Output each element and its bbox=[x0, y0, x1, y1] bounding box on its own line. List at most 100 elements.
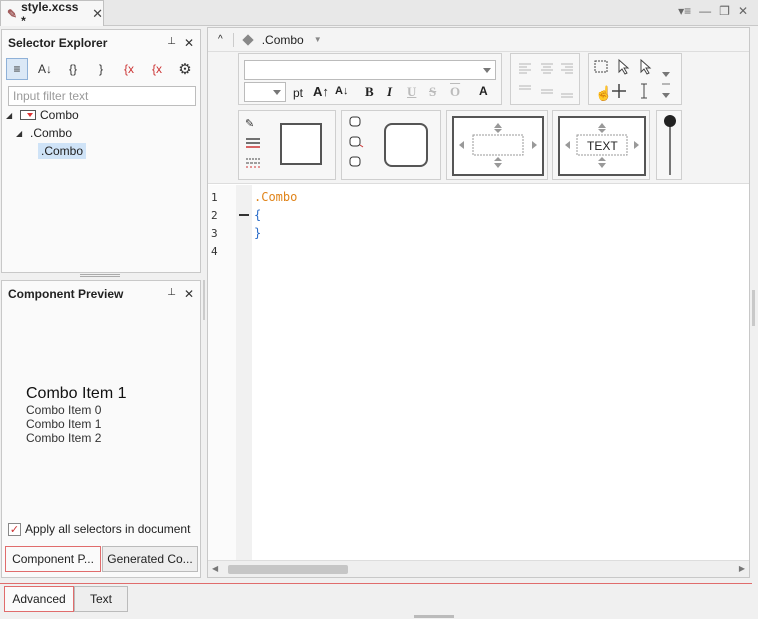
bold-icon[interactable]: B bbox=[365, 84, 374, 100]
underline-icon[interactable]: U bbox=[407, 84, 416, 100]
combo-list-item[interactable]: Combo Item 1 bbox=[26, 417, 101, 431]
strikethrough-icon[interactable]: S bbox=[429, 84, 436, 100]
tree-item-combo-class[interactable]: ◢ .Combo bbox=[16, 126, 72, 140]
tree-item-combo[interactable]: ◢ Combo bbox=[6, 108, 79, 122]
component-preview-header: Component Preview ⊥ ✕ bbox=[2, 281, 200, 307]
pencil-icon[interactable]: ✎ bbox=[245, 117, 254, 130]
collapse-toolbar-icon[interactable]: ^ bbox=[218, 34, 223, 45]
selector-diamond-icon bbox=[242, 33, 254, 46]
delete-all-selectors-icon[interactable]: {x bbox=[146, 58, 168, 80]
pin-icon[interactable]: ⊥ bbox=[167, 36, 176, 50]
view-menu-icon[interactable]: ▾≡ bbox=[678, 4, 691, 18]
alignment-icons[interactable] bbox=[511, 54, 581, 106]
scroll-right-icon[interactable]: ▶ bbox=[739, 564, 745, 573]
line-number: 3 bbox=[211, 227, 218, 240]
opacity-slider-group bbox=[656, 110, 682, 180]
breadcrumb-separator bbox=[232, 32, 234, 47]
code-line[interactable]: } bbox=[254, 226, 261, 240]
tree-item-label: Combo bbox=[40, 108, 79, 122]
pane-splitter[interactable] bbox=[80, 274, 120, 277]
border-preview-box[interactable] bbox=[280, 123, 322, 165]
fold-marker-icon[interactable] bbox=[239, 214, 249, 216]
component-preview-panel: Component Preview ⊥ ✕ Combo Item 1 Combo… bbox=[1, 280, 201, 578]
line-number: 2 bbox=[211, 209, 218, 222]
tab-generated-code[interactable]: Generated Co... bbox=[102, 546, 198, 572]
dropdown-arrow-icon bbox=[483, 68, 491, 73]
slider-thumb[interactable] bbox=[664, 115, 676, 127]
component-preview-title: Component Preview bbox=[8, 287, 124, 301]
add-child-selector-icon[interactable]: } bbox=[90, 58, 112, 80]
alignment-group bbox=[510, 53, 580, 105]
page-tabs-bar: Advanced Text bbox=[0, 583, 752, 615]
apply-all-label: Apply all selectors in document bbox=[25, 522, 191, 536]
font-size-select[interactable] bbox=[244, 82, 286, 102]
bottom-grip[interactable] bbox=[414, 615, 454, 618]
window-controls: ▾≡ — ❐ ✕ bbox=[678, 4, 748, 18]
editor-tab-strip bbox=[0, 0, 758, 26]
restore-icon[interactable]: ❐ bbox=[719, 4, 730, 18]
filter-input[interactable] bbox=[8, 86, 196, 106]
border-style-icon[interactable] bbox=[245, 137, 261, 149]
scrollbar-thumb[interactable] bbox=[228, 565, 348, 574]
padding-text-label: TEXT bbox=[587, 139, 618, 153]
overline-icon[interactable]: O bbox=[450, 84, 460, 100]
corner-icons[interactable] bbox=[348, 115, 364, 175]
list-view-icon[interactable]: ≡ bbox=[6, 58, 28, 80]
settings-gear-icon[interactable]: ⚙ bbox=[174, 58, 196, 80]
horizontal-scrollbar[interactable]: ◀ ▶ bbox=[208, 560, 749, 577]
editor-tab-style-xcss[interactable]: ✎ style.xcss * ✕ bbox=[0, 0, 104, 28]
margin-group bbox=[446, 110, 548, 180]
dropdown-arrow-icon bbox=[273, 90, 281, 95]
xcss-file-icon: ✎ bbox=[7, 6, 18, 21]
cursor-group: ☝ bbox=[588, 53, 682, 105]
margin-box-icon[interactable] bbox=[447, 111, 549, 181]
cursor-icons[interactable]: ☝ bbox=[589, 54, 683, 106]
font-group: pt A↑ A↓ B I U S O A bbox=[238, 53, 502, 105]
padding-group: TEXT bbox=[552, 110, 650, 180]
close-window-icon[interactable]: ✕ bbox=[738, 4, 748, 18]
tree-item-combo-class-selected[interactable]: .Combo bbox=[38, 143, 87, 159]
fold-column bbox=[236, 185, 252, 565]
apply-all-selectors-row[interactable]: ✓ Apply all selectors in document bbox=[8, 522, 190, 536]
vertical-splitter[interactable] bbox=[203, 280, 205, 320]
minimize-icon[interactable]: — bbox=[699, 4, 711, 18]
scroll-left-icon[interactable]: ◀ bbox=[212, 564, 218, 573]
close-tab-icon[interactable]: ✕ bbox=[92, 6, 103, 22]
slider-track[interactable] bbox=[669, 121, 671, 175]
corner-preview-box[interactable] bbox=[384, 123, 428, 167]
font-family-select[interactable] bbox=[244, 60, 496, 80]
italic-icon[interactable]: I bbox=[387, 84, 392, 100]
border-dash-icon[interactable] bbox=[245, 157, 261, 169]
close-panel-icon[interactable]: ✕ bbox=[184, 287, 194, 301]
line-number: 1 bbox=[211, 191, 218, 204]
grow-font-icon[interactable]: A↑ bbox=[313, 84, 329, 99]
tab-component-preview[interactable]: Component P... bbox=[5, 546, 101, 572]
sort-alpha-icon[interactable]: A↓ bbox=[34, 58, 56, 80]
add-selector-icon[interactable]: {} bbox=[62, 58, 84, 80]
apply-all-checkbox[interactable]: ✓ bbox=[8, 522, 21, 536]
expand-triangle-icon[interactable]: ◢ bbox=[16, 129, 26, 138]
font-color-icon[interactable]: A bbox=[479, 84, 488, 98]
breadcrumb-dropdown-icon[interactable]: ▼ bbox=[314, 35, 322, 44]
selector-explorer-panel: Selector Explorer ⊥ ✕ ≡ A↓ {} } {x {x ⚙ … bbox=[1, 29, 201, 273]
border-group: ✎ bbox=[238, 110, 336, 180]
selector-explorer-header: Selector Explorer ⊥ ✕ bbox=[2, 30, 200, 56]
style-editor: ^ .Combo ▼ pt A↑ A↓ B I U S O A ☝ ✎ TEXT… bbox=[207, 27, 750, 578]
code-line[interactable]: { bbox=[254, 208, 261, 222]
selector-explorer-title: Selector Explorer bbox=[8, 36, 108, 50]
breadcrumb: ^ .Combo ▼ bbox=[208, 28, 749, 52]
shrink-font-icon[interactable]: A↓ bbox=[335, 85, 348, 97]
delete-selector-icon[interactable]: {x bbox=[118, 58, 140, 80]
breadcrumb-selector[interactable]: .Combo bbox=[262, 33, 304, 47]
tab-text[interactable]: Text bbox=[74, 586, 128, 612]
expand-triangle-icon[interactable]: ◢ bbox=[6, 111, 16, 120]
tab-advanced[interactable]: Advanced bbox=[4, 586, 74, 612]
combo-selected-item[interactable]: Combo Item 1 bbox=[26, 385, 126, 403]
combo-list-item[interactable]: Combo Item 0 bbox=[26, 403, 101, 417]
pin-icon[interactable]: ⊥ bbox=[167, 287, 176, 301]
line-number: 4 bbox=[211, 245, 218, 258]
close-panel-icon[interactable]: ✕ bbox=[184, 36, 194, 50]
right-splitter[interactable] bbox=[752, 290, 755, 326]
code-line[interactable]: .Combo bbox=[254, 190, 297, 204]
combo-list-item[interactable]: Combo Item 2 bbox=[26, 431, 101, 445]
